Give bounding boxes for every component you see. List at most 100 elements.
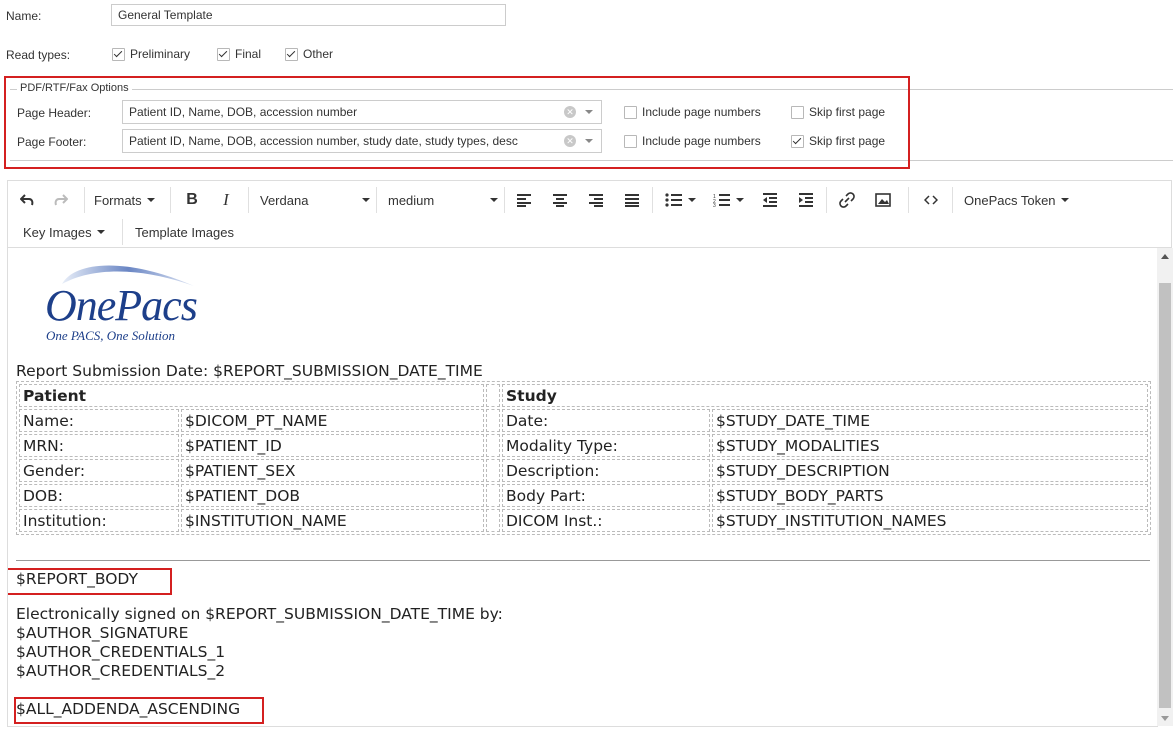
formats-label: Formats	[94, 192, 142, 208]
key-images-menu[interactable]: Key Images	[23, 220, 105, 244]
divider	[16, 560, 1150, 561]
redo-icon[interactable]	[50, 188, 72, 212]
study-field-value: $STUDY_DATE_TIME	[712, 409, 1148, 432]
clear-icon[interactable]: ✕	[564, 135, 576, 147]
page-header-value: Patient ID, Name, DOB, accession number	[129, 105, 358, 119]
patient-field-label: Name:	[19, 409, 179, 432]
study-field-value: $STUDY_DESCRIPTION	[712, 459, 1148, 482]
read-type-preliminary[interactable]: Preliminary	[112, 47, 190, 61]
chevron-down-icon[interactable]	[585, 110, 593, 114]
editor-content[interactable]: OnePacs One PACS, One Solution Report Su…	[7, 248, 1158, 727]
read-type-other[interactable]: Other	[285, 47, 333, 61]
scroll-up-icon[interactable]	[1161, 254, 1169, 259]
patient-field-value: $PATIENT_DOB	[181, 484, 484, 507]
onepacs-logo: OnePacs One PACS, One Solution	[44, 256, 214, 346]
font-size-select[interactable]: medium	[388, 188, 498, 212]
formats-menu[interactable]: Formats	[94, 188, 155, 212]
study-field-label: Modality Type:	[502, 434, 710, 457]
clear-icon[interactable]: ✕	[564, 106, 576, 118]
patient-field-value: $PATIENT_SEX	[181, 459, 484, 482]
link-icon[interactable]	[836, 188, 858, 212]
font-family-select[interactable]: Verdana	[260, 188, 370, 212]
table-row: MRN: $PATIENT_ID Modality Type: $STUDY_M…	[19, 434, 1148, 457]
font-family-value: Verdana	[260, 192, 309, 208]
report-submission-date: Report Submission Date: $REPORT_SUBMISSI…	[16, 362, 483, 380]
chevron-down-icon[interactable]	[585, 139, 593, 143]
indent-icon[interactable]	[795, 188, 817, 212]
footer-include-checkbox[interactable]	[624, 134, 637, 148]
bullet-list-icon[interactable]	[662, 188, 698, 212]
align-right-icon[interactable]	[585, 188, 607, 212]
logo-name: OnePacs	[45, 281, 198, 330]
patient-field-value: $DICOM_PT_NAME	[181, 409, 484, 432]
name-input[interactable]: General Template	[111, 4, 506, 26]
study-field-label: Description:	[502, 459, 710, 482]
onepacs-token-label: OnePacs Token	[964, 192, 1056, 208]
patient-field-value: $INSTITUTION_NAME	[181, 509, 484, 532]
footer-include-page-numbers[interactable]: Include page numbers	[624, 134, 761, 148]
svg-text:3: 3	[713, 203, 716, 207]
read-type-final[interactable]: Final	[217, 47, 261, 61]
final-label: Final	[235, 47, 262, 61]
other-checkbox[interactable]	[285, 47, 298, 61]
name-label: Name:	[6, 9, 42, 23]
footer-skip-first-page[interactable]: Skip first page	[791, 134, 885, 148]
addenda-highlight	[14, 697, 264, 724]
header-include-label: Include page numbers	[642, 105, 761, 119]
page-header-label: Page Header:	[17, 106, 92, 120]
study-header: Study	[502, 384, 1148, 407]
table-row: Name: $DICOM_PT_NAME Date: $STUDY_DATE_T…	[19, 409, 1148, 432]
study-field-label: Date:	[502, 409, 710, 432]
table-row: Patient Study	[19, 384, 1148, 407]
signed-line: Electronically signed on $REPORT_SUBMISS…	[16, 605, 503, 623]
page-footer-value: Patient ID, Name, DOB, accession number,…	[129, 134, 518, 148]
footer-skip-label: Skip first page	[809, 134, 886, 148]
italic-button[interactable]: I	[216, 188, 236, 212]
bold-button[interactable]: B	[182, 188, 202, 212]
page-footer-label: Page Footer:	[17, 135, 87, 149]
outdent-icon[interactable]	[759, 188, 781, 212]
other-label: Other	[303, 47, 334, 61]
study-field-value: $STUDY_BODY_PARTS	[712, 484, 1148, 507]
editor-toolbar: Formats B I Verdana medium 123 OnePacs T…	[7, 180, 1172, 248]
study-field-label: DICOM Inst.:	[502, 509, 710, 532]
template-images-button[interactable]: Template Images	[135, 220, 234, 244]
final-checkbox[interactable]	[217, 47, 230, 61]
report-body-highlight	[8, 568, 172, 595]
header-skip-first-page[interactable]: Skip first page	[791, 105, 885, 119]
align-center-icon[interactable]	[549, 188, 571, 212]
undo-icon[interactable]	[16, 188, 38, 212]
onepacs-token-menu[interactable]: OnePacs Token	[964, 188, 1069, 212]
image-icon[interactable]	[872, 188, 894, 212]
source-code-icon[interactable]	[920, 188, 942, 212]
study-field-label: Body Part:	[502, 484, 710, 507]
preliminary-checkbox[interactable]	[112, 47, 125, 61]
font-size-value: medium	[388, 192, 435, 208]
study-field-value: $STUDY_INSTITUTION_NAMES	[712, 509, 1148, 532]
scrollbar-thumb[interactable]	[1159, 283, 1171, 708]
table-row: Gender: $PATIENT_SEX Description: $STUDY…	[19, 459, 1148, 482]
align-justify-icon[interactable]	[621, 188, 643, 212]
patient-header: Patient	[19, 384, 484, 407]
numbered-list-icon[interactable]: 123	[710, 188, 746, 212]
author-credentials-1: $AUTHOR_CREDENTIALS_1	[16, 643, 226, 661]
page-footer-select[interactable]: Patient ID, Name, DOB, accession number,…	[122, 129, 602, 153]
footer-include-label: Include page numbers	[642, 134, 761, 148]
header-include-checkbox[interactable]	[624, 105, 637, 119]
patient-field-label: Institution:	[19, 509, 179, 532]
author-signature: $AUTHOR_SIGNATURE	[16, 624, 189, 642]
header-skip-label: Skip first page	[809, 105, 886, 119]
study-field-value: $STUDY_MODALITIES	[712, 434, 1148, 457]
patient-field-label: DOB:	[19, 484, 179, 507]
patient-field-label: Gender:	[19, 459, 179, 482]
footer-skip-checkbox[interactable]	[791, 134, 804, 148]
preliminary-label: Preliminary	[130, 47, 191, 61]
scroll-down-icon[interactable]	[1161, 716, 1169, 721]
header-include-page-numbers[interactable]: Include page numbers	[624, 105, 761, 119]
author-credentials-2: $AUTHOR_CREDENTIALS_2	[16, 662, 226, 680]
align-left-icon[interactable]	[513, 188, 535, 212]
patient-study-table: Patient Study Name: $DICOM_PT_NAME Date:…	[16, 381, 1151, 535]
table-row: DOB: $PATIENT_DOB Body Part: $STUDY_BODY…	[19, 484, 1148, 507]
page-header-select[interactable]: Patient ID, Name, DOB, accession number …	[122, 100, 602, 124]
header-skip-checkbox[interactable]	[791, 105, 804, 119]
